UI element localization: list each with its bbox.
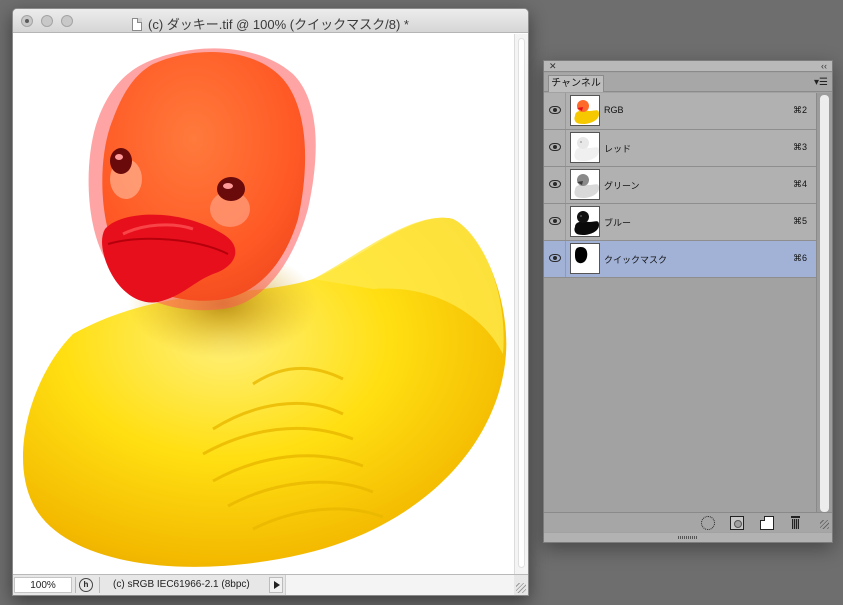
collapse-icon[interactable]: ‹‹ — [821, 61, 827, 71]
channel-thumbnail-blue — [570, 206, 600, 237]
channel-shortcut: ⌘5 — [792, 216, 807, 226]
window-resize-grip[interactable] — [516, 583, 526, 593]
document-horizontal-scrollbar[interactable] — [285, 575, 514, 595]
channel-row-green[interactable]: グリーン ⌘4 — [544, 167, 817, 204]
rubber-duck-image — [22, 48, 507, 567]
status-menu-arrow-icon[interactable] — [269, 577, 283, 593]
eye-icon — [549, 254, 561, 262]
visibility-toggle[interactable] — [544, 204, 566, 240]
channel-shortcut: ⌘4 — [792, 179, 807, 189]
channels-panel: ✕ ‹‹ チャンネル ▾☰ RGB ⌘2 レッド ⌘3 グリーン ⌘4 ブルー … — [543, 60, 833, 543]
channel-row-red[interactable]: レッド ⌘3 — [544, 130, 817, 167]
eye-icon — [549, 106, 561, 114]
channel-shortcut: ⌘3 — [792, 142, 807, 152]
panel-footer — [544, 512, 832, 532]
visibility-toggle[interactable] — [544, 167, 566, 203]
visibility-toggle[interactable] — [544, 93, 566, 129]
panel-vertical-scrollbar[interactable] — [816, 93, 832, 514]
eye-icon — [549, 143, 561, 151]
channel-list: RGB ⌘2 レッド ⌘3 グリーン ⌘4 ブルー ⌘5 クイックマスク ⌘6 — [544, 93, 817, 278]
channel-row-quick-mask[interactable]: クイックマスク ⌘6 — [544, 241, 817, 278]
eye-icon — [549, 180, 561, 188]
visibility-toggle[interactable] — [544, 241, 566, 277]
document-file-icon — [132, 18, 143, 31]
color-profile-info[interactable]: (c) sRGB IEC61966-2.1 (8bpc) — [113, 579, 250, 590]
channel-shortcut: ⌘2 — [792, 105, 807, 115]
status-divider — [75, 577, 76, 593]
channel-row-rgb[interactable]: RGB ⌘2 — [544, 93, 817, 130]
new-channel-icon[interactable] — [760, 516, 774, 530]
panel-tab-row: チャンネル ▾☰ — [544, 73, 832, 92]
channel-name: グリーン — [604, 181, 640, 191]
channel-thumbnail-quick-mask — [570, 243, 600, 274]
panel-scroll-track[interactable] — [820, 95, 829, 512]
load-selection-icon[interactable] — [701, 516, 715, 530]
channel-thumbnail-rgb — [570, 95, 600, 126]
close-icon[interactable]: ✕ — [549, 61, 557, 71]
panel-resize-grip[interactable] — [820, 520, 829, 529]
proof-setup-icon[interactable]: h — [79, 578, 93, 592]
document-titlebar[interactable]: (c) ダッキー.tif @ 100% (クイックマスク/8) * — [13, 9, 528, 33]
document-window: (c) ダッキー.tif @ 100% (クイックマスク/8) * 100% h… — [12, 8, 529, 596]
document-vertical-scroll-thumb[interactable] — [518, 38, 525, 568]
channel-row-blue[interactable]: ブルー ⌘5 — [544, 204, 817, 241]
document-title-wrap: (c) ダッキー.tif @ 100% (クイックマスク/8) * — [13, 14, 528, 33]
document-status-bar: 100% h (c) sRGB IEC61966-2.1 (8bpc) — [13, 574, 528, 595]
panel-menu-icon[interactable]: ▾☰ — [814, 77, 828, 88]
save-selection-icon[interactable] — [730, 516, 744, 530]
channel-name: クイックマスク — [604, 255, 668, 265]
channel-name: RGB — [604, 105, 624, 115]
document-title: (c) ダッキー.tif @ 100% (クイックマスク/8) * — [148, 17, 409, 32]
channel-thumbnail-red — [570, 132, 600, 163]
tab-channels[interactable]: チャンネル — [548, 75, 604, 92]
eye-icon — [549, 217, 561, 225]
panel-topbar[interactable]: ✕ ‹‹ — [544, 61, 832, 72]
channel-shortcut: ⌘6 — [792, 253, 807, 263]
trash-icon[interactable] — [789, 516, 803, 530]
channel-name: レッド — [604, 144, 632, 154]
channel-thumbnail-green — [570, 169, 600, 200]
panel-bottom-bar[interactable] — [544, 533, 832, 542]
channel-name: ブルー — [604, 218, 632, 228]
zoom-level-field[interactable]: 100% — [14, 577, 72, 593]
visibility-toggle[interactable] — [544, 130, 566, 166]
image-canvas[interactable] — [13, 34, 515, 575]
status-divider — [99, 577, 100, 593]
panel-drag-handle[interactable] — [678, 536, 698, 539]
document-vertical-scrollbar[interactable] — [514, 34, 528, 575]
